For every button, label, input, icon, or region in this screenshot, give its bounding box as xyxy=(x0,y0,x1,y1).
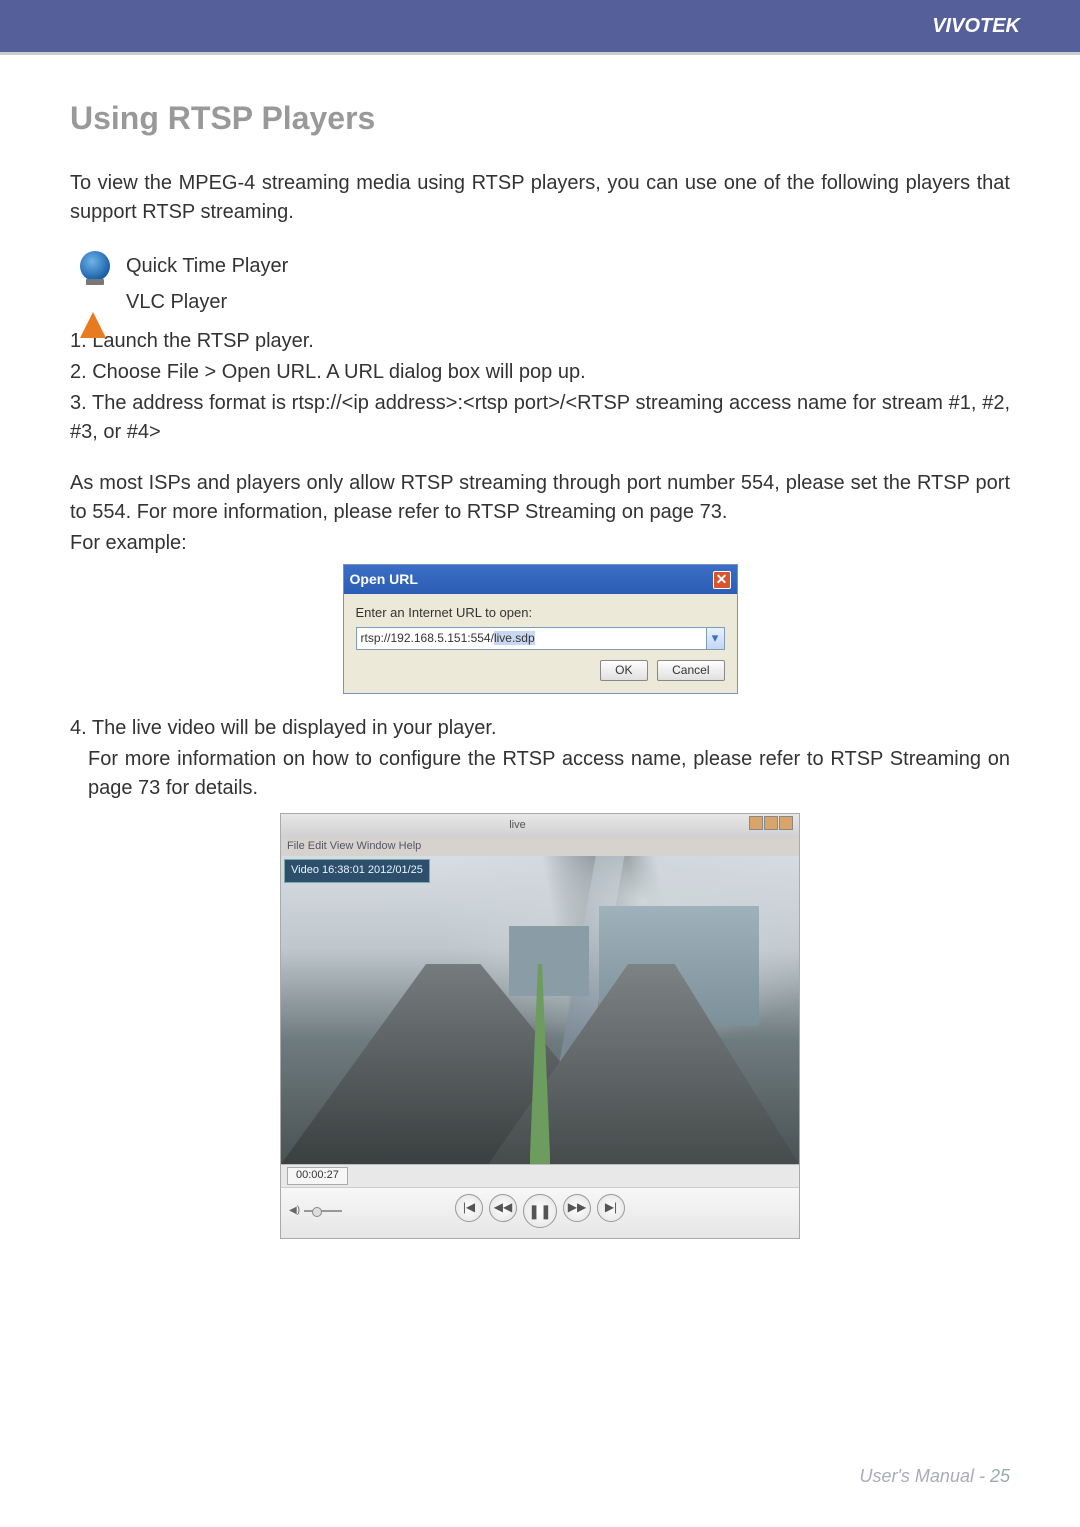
elapsed-time: 00:00:27 xyxy=(287,1167,348,1185)
footer-label: User's Manual - xyxy=(859,1466,989,1486)
player-vlc-row: VLC Player xyxy=(80,287,1010,317)
volume-icon: ◀) xyxy=(289,1204,300,1219)
step-4b: For more information on how to configure… xyxy=(70,745,1010,803)
dialog-label: Enter an Internet URL to open: xyxy=(356,604,725,623)
step4-block: 4. The live video will be displayed in y… xyxy=(70,714,1010,803)
step-2: 2. Choose File > Open URL. A URL dialog … xyxy=(70,358,1010,387)
skip-forward-button[interactable]: ▶| xyxy=(597,1194,625,1222)
close-window-icon[interactable] xyxy=(779,816,793,830)
intro-paragraph: To view the MPEG-4 streaming media using… xyxy=(70,169,1010,227)
isp-note: As most ISPs and players only allow RTSP… xyxy=(70,469,1010,527)
pause-button[interactable]: ❚❚ xyxy=(523,1194,557,1228)
player-window-title: live xyxy=(287,818,748,834)
volume-slider[interactable] xyxy=(304,1210,342,1212)
rewind-button[interactable]: ◀◀ xyxy=(489,1194,517,1222)
minimize-icon[interactable] xyxy=(749,816,763,830)
player-statusbar: 00:00:27 xyxy=(281,1164,799,1187)
header-bar: VIVOTEK xyxy=(0,0,1080,52)
url-input[interactable]: rtsp://192.168.5.151:554/live.sdp xyxy=(356,627,707,650)
url-input-highlight: live.sdp xyxy=(494,631,535,645)
section-title: Using RTSP Players xyxy=(70,95,1010,141)
player-quicktime-row: Quick Time Player xyxy=(80,251,1010,281)
video-viewport: Video 16:38:01 2012/01/25 xyxy=(281,856,799,1164)
scene-building2 xyxy=(509,926,589,996)
skip-back-button[interactable]: |◀ xyxy=(455,1194,483,1222)
dialog-titlebar: Open URL ✕ xyxy=(344,565,737,593)
player-vlc-label: VLC Player xyxy=(126,288,227,317)
quicktime-icon xyxy=(80,251,110,281)
close-icon[interactable]: ✕ xyxy=(713,571,731,589)
video-overlay-timestamp: Video 16:38:01 2012/01/25 xyxy=(284,859,430,883)
step-3: 3. The address format is rtsp://<ip addr… xyxy=(70,389,1010,447)
window-buttons xyxy=(748,816,793,836)
vlc-icon xyxy=(80,290,106,338)
step-1: 1. Launch the RTSP player. xyxy=(70,327,1010,356)
steps-block: 1. Launch the RTSP player. 2. Choose Fil… xyxy=(70,327,1010,558)
page-footer: User's Manual - 25 xyxy=(859,1466,1010,1487)
footer-page-number: 25 xyxy=(990,1466,1010,1486)
forward-button[interactable]: ▶▶ xyxy=(563,1194,591,1222)
media-player-window: live File Edit View Window Help Video 16… xyxy=(280,813,800,1239)
player-titlebar: live xyxy=(281,814,799,838)
maximize-icon[interactable] xyxy=(764,816,778,830)
ok-button[interactable]: OK xyxy=(600,660,647,681)
step-4: 4. The live video will be displayed in y… xyxy=(70,714,1010,743)
example-label: For example: xyxy=(70,529,1010,558)
dialog-title-text: Open URL xyxy=(350,569,418,589)
player-menubar[interactable]: File Edit View Window Help xyxy=(281,838,799,856)
url-input-prefix: rtsp://192.168.5.151:554/ xyxy=(361,631,494,645)
cancel-button[interactable]: Cancel xyxy=(657,660,724,681)
open-url-dialog: Open URL ✕ Enter an Internet URL to open… xyxy=(343,564,738,694)
player-quicktime-label: Quick Time Player xyxy=(126,252,288,281)
url-dropdown-button[interactable]: ▾ xyxy=(707,627,725,650)
player-list: Quick Time Player VLC Player xyxy=(80,251,1010,317)
volume-control[interactable]: ◀) xyxy=(289,1204,349,1219)
player-controls: ◀) |◀ ◀◀ ❚❚ ▶▶ ▶| xyxy=(281,1187,799,1238)
brand-label: VIVOTEK xyxy=(932,15,1020,38)
